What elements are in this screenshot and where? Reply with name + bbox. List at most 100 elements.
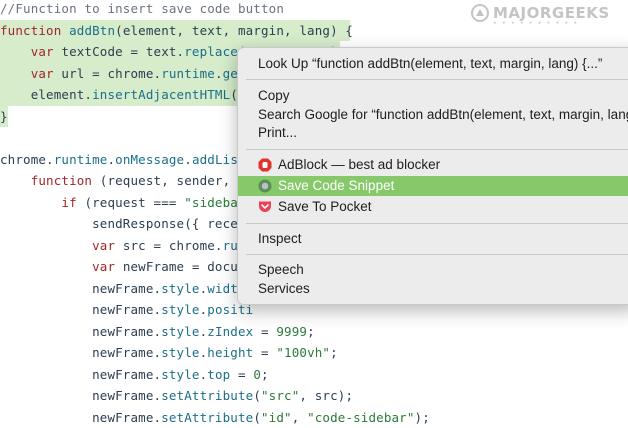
code-token: var — [92, 237, 116, 253]
menu-item-label: Speech — [258, 262, 304, 277]
code-token: if — [61, 194, 77, 210]
menu-item-inspect[interactable]: Inspect — [238, 229, 628, 249]
menu-item-label: AdBlock — best ad blocker — [278, 157, 441, 172]
code-token: element. — [0, 87, 93, 102]
menu-separator — [246, 223, 628, 224]
code-token: zIndex — [207, 323, 254, 339]
menu-item-speech[interactable]: Speech — [238, 260, 628, 280]
code-token: style — [161, 280, 200, 296]
code-token: ; — [261, 366, 269, 382]
code-token: , src); — [299, 388, 354, 403]
menu-item-services[interactable]: Services — [238, 279, 628, 299]
code-token: top — [207, 366, 231, 382]
code-line: newFrame.style.zIndex = 9999; — [0, 321, 315, 342]
code-token: newFrame. — [0, 345, 162, 360]
code-token: newFrame. — [0, 409, 162, 425]
code-token: setAttribute — [161, 409, 254, 425]
menu-item-save-code-snippet[interactable]: Save Code Snippet — [238, 176, 628, 196]
code-line: if (request === "sidebar" — [0, 192, 253, 213]
code-token: var — [30, 44, 54, 59]
code-token: height — [207, 345, 254, 360]
code-token: = — [253, 323, 277, 339]
menu-item-label: Services — [258, 281, 310, 296]
context-menu: Look Up “function addBtn(element, text, … — [237, 47, 628, 305]
code-token: runtime — [53, 151, 108, 167]
code-token: ; — [330, 345, 338, 360]
code-snippet-icon — [258, 179, 272, 193]
code-token: "100vh" — [276, 345, 331, 360]
code-line: } — [0, 106, 8, 127]
code-token: var — [30, 65, 54, 81]
code-token: 0 — [253, 366, 262, 382]
menu-item-label: Save Code Snippet — [278, 178, 395, 193]
code-line: var url = chrome.runtime.getU — [0, 63, 253, 84]
code-line: var newFrame = docume — [0, 256, 253, 277]
code-token: url = chrome. — [53, 65, 162, 81]
menu-item-adblock[interactable]: AdBlock — best ad blocker — [238, 155, 628, 175]
code-line: chrome.runtime.onMessage.addListe — [0, 149, 253, 170]
code-token: "code-sidebar" — [307, 409, 415, 425]
code-token: newFrame = docume — [115, 259, 254, 274]
menu-separator — [246, 149, 628, 150]
code-token: ); — [414, 409, 430, 425]
menu-separator — [246, 79, 628, 80]
adblock-icon — [258, 158, 272, 172]
code-line: newFrame.setAttribute("src", src); — [0, 385, 353, 406]
code-token: . — [214, 65, 223, 81]
code-token: var — [92, 259, 116, 274]
pocket-icon — [259, 201, 271, 212]
code-token: newFrame. — [0, 302, 162, 317]
code-line: newFrame.style.positi — [0, 299, 253, 320]
code-line: sendResponse({ receiv — [0, 213, 253, 234]
code-line: var src = chrome.runt — [0, 235, 253, 256]
code-token: (request === — [76, 194, 185, 210]
code-token: function — [30, 173, 93, 188]
code-token: , — [291, 409, 308, 425]
code-token: newFrame. — [0, 366, 162, 382]
code-token: function — [0, 22, 70, 38]
code-token: = — [253, 345, 277, 360]
menu-item-search-google[interactable]: Search Google for “function addBtn(eleme… — [238, 105, 628, 125]
code-token: 9999 — [276, 323, 308, 339]
code-line: newFrame.style.height = "100vh"; — [0, 342, 338, 363]
code-token: replace — [184, 44, 238, 59]
code-token: ( — [253, 409, 261, 425]
code-token: setAttribute — [161, 388, 254, 403]
menu-item-label: Search Google for “function addBtn(eleme… — [258, 107, 628, 122]
menu-item-label: Look Up “function addBtn(element, text, … — [258, 56, 603, 71]
code-token: newFrame. — [0, 388, 162, 403]
menu-item-label: Copy — [258, 88, 290, 103]
menu-item-print[interactable]: Print... — [238, 123, 628, 143]
menu-item-label: Inspect — [258, 231, 302, 246]
menu-item-look-up[interactable]: Look Up “function addBtn(element, text, … — [238, 54, 628, 74]
code-token: textCode = text. — [53, 44, 185, 59]
code-token: . — [184, 151, 192, 167]
code-line: //Function to insert save code button — [0, 0, 284, 19]
code-token: } — [0, 108, 8, 124]
code-token: (request, sender, se — [92, 173, 254, 188]
menu-item-copy[interactable]: Copy — [238, 86, 628, 106]
code-token: style — [161, 323, 200, 339]
code-token: newFrame. — [0, 280, 162, 296]
code-token: //Function to insert save code button — [0, 1, 284, 16]
code-token: onMessage — [115, 151, 185, 167]
code-line: element.insertAdjacentHTML("a — [0, 84, 253, 105]
code-token: chrome. — [0, 151, 54, 167]
code-line: newFrame.style.top = 0; — [0, 364, 269, 385]
code-line: newFrame.setAttribute("id", "code-sideba… — [0, 407, 430, 428]
code-token: insertAdjacentHTML — [92, 87, 231, 102]
code-token: "id" — [261, 409, 292, 425]
menu-item-save-to-pocket[interactable]: Save To Pocket — [238, 197, 628, 217]
code-token: ; — [307, 323, 315, 339]
code-line: newFrame.style.width — [0, 278, 246, 299]
code-token: . — [107, 151, 116, 167]
watermark-logo: MAJORGEEKS • • • • • • • • • • — [471, 4, 616, 27]
code-token: style — [161, 302, 200, 317]
code-line: function addBtn(element, text, margin, l… — [0, 20, 353, 41]
